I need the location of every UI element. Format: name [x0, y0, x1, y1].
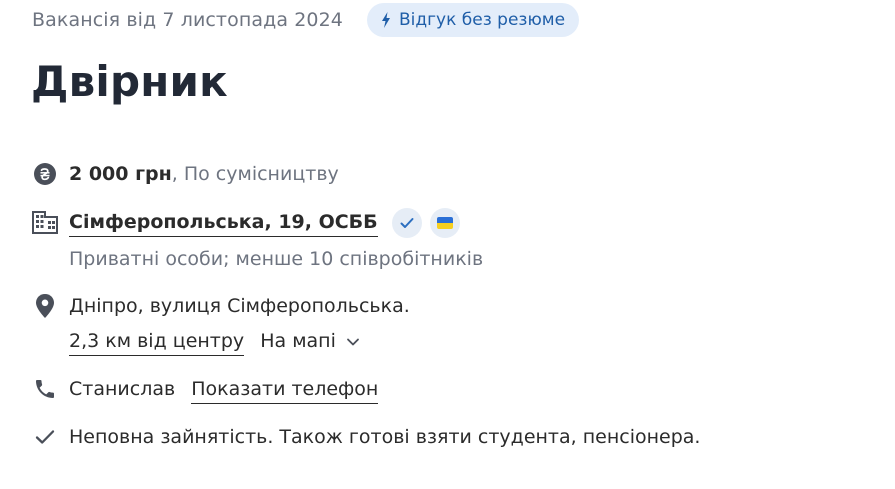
company-name-link[interactable]: Сімферопольська, 19, ОСББ	[69, 211, 378, 237]
vacancy-meta: Вакансія від 7 листопада 2024 Відгук без…	[32, 0, 895, 40]
map-toggle-label: На мапі	[260, 330, 336, 352]
posted-date: Вакансія від 7 листопада 2024	[32, 9, 343, 31]
company-row: Сімферопольська, 19, ОСББ	[32, 203, 460, 241]
building-icon	[32, 209, 58, 235]
show-phone-link[interactable]: Показати телефон	[191, 378, 379, 404]
contact-name: Станислав	[69, 378, 176, 400]
ukraine-flag-icon	[429, 207, 460, 238]
no-resume-badge: Відгук без резюме	[366, 3, 580, 37]
chevron-down-icon	[347, 338, 359, 345]
location-details: 2,3 км від центру На мапі	[69, 322, 360, 360]
no-resume-label: Відгук без резюме	[398, 10, 566, 30]
salary-row: 2 000 грн, По сумісництву	[32, 155, 339, 193]
map-toggle[interactable]: На мапі	[260, 330, 360, 352]
employment-type: , По сумісництву	[171, 163, 339, 185]
phone-icon	[32, 376, 58, 402]
company-description: Приватні особи; менше 10 співробітників	[69, 248, 484, 270]
lightning-icon	[381, 12, 390, 28]
distance-link[interactable]: 2,3 км від центру	[69, 330, 245, 356]
vacancy-title: Двірник	[31, 57, 228, 106]
vacancy-card: Вакансія від 7 листопада 2024 Відгук без…	[31, 0, 895, 448]
location-address: Дніпро, вулиця Сімферопольська.	[69, 295, 410, 317]
location-row: Дніпро, вулиця Сімферопольська.	[32, 287, 410, 325]
verified-icon	[391, 207, 422, 238]
contact-row: Станислав Показати телефон	[32, 370, 379, 408]
check-icon	[32, 424, 58, 450]
conditions-row: Неповна зайнятість. Також готові взяти с…	[32, 418, 700, 456]
hryvnia-icon	[32, 161, 58, 187]
salary-amount: 2 000 грн	[69, 163, 172, 185]
conditions-text: Неповна зайнятість. Також готові взяти с…	[69, 426, 701, 448]
map-pin-icon	[32, 293, 58, 319]
